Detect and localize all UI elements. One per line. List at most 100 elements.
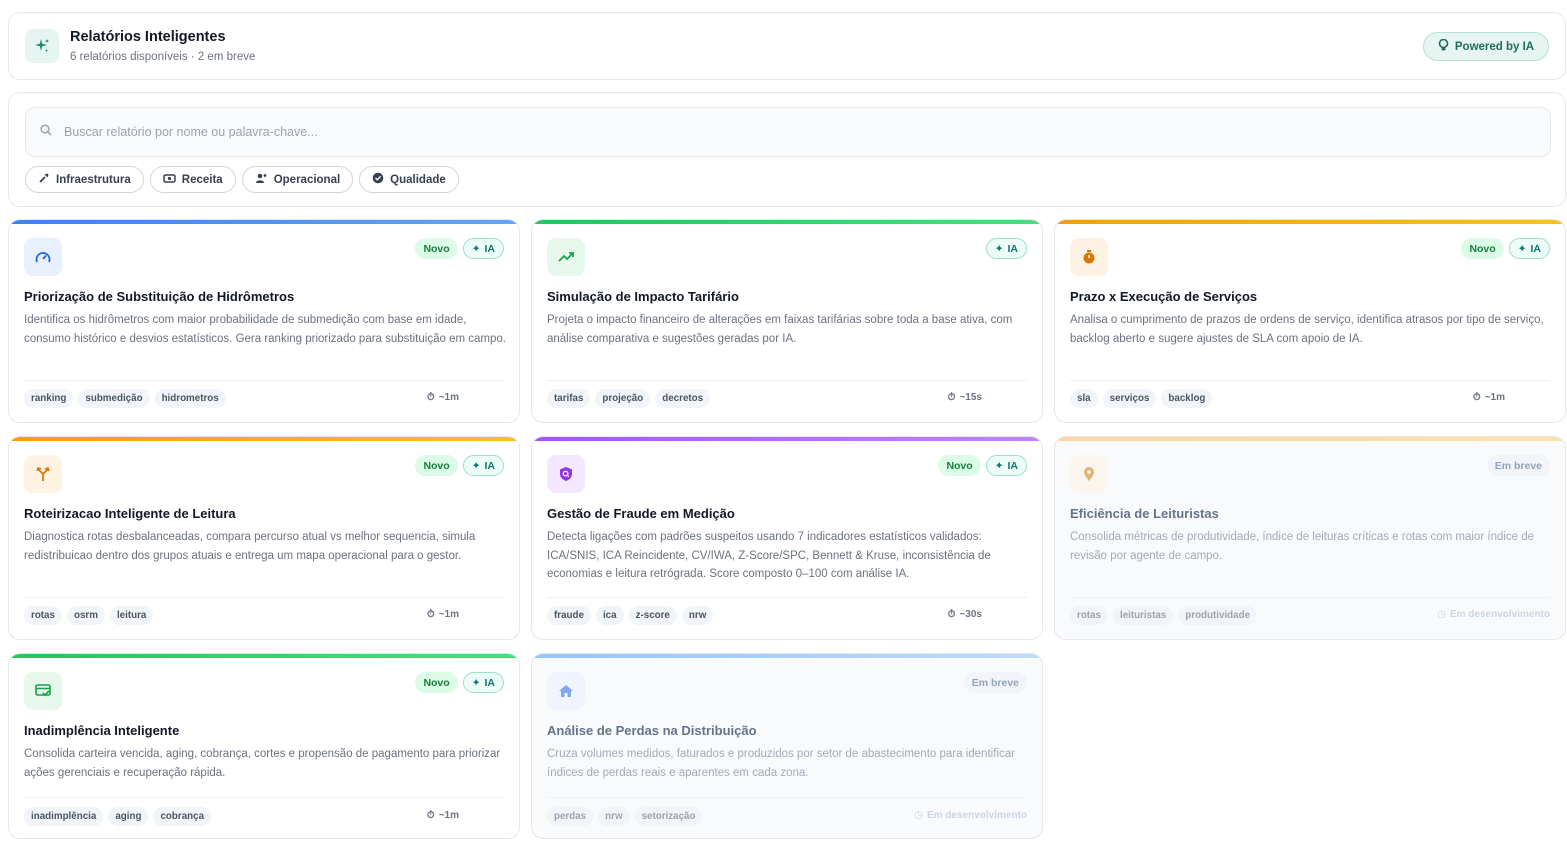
ia-badge: ✦ IA (462, 672, 504, 693)
report-card-perdas: Em breve Análise de Perdas na Distribuiç… (531, 653, 1043, 839)
gauge-icon (24, 238, 62, 276)
timer-icon: ⏱ (1472, 392, 1481, 403)
em-desenvolvimento-status: ◷ Em desenvolvimento (914, 810, 1027, 821)
chip-operacional[interactable]: Operacional (241, 166, 354, 193)
em-breve-badge: Em breve (963, 672, 1027, 693)
novo-badge: Novo (415, 672, 458, 693)
sparkles-icon: ✦ (994, 459, 1004, 472)
powered-label: Powered by IA (1454, 40, 1535, 53)
chip-receita[interactable]: Receita (149, 166, 236, 193)
page-title: Relatórios Inteligentes (70, 29, 226, 45)
tag: inadimplência (24, 807, 104, 826)
tag: setorização (634, 807, 703, 826)
sparkles-icon: ✦ (471, 459, 481, 472)
money-icon (163, 173, 176, 187)
novo-badge: Novo (415, 238, 458, 259)
ia-badge: ✦ IA (462, 238, 504, 259)
report-card-roteirizacao[interactable]: Novo ✦ IA Roteirizacao Inteligente de Lei… (8, 436, 520, 640)
report-card-inadimplencia[interactable]: Novo ✦ IA Inadimplência Inteligente Conso… (8, 653, 520, 839)
powered-by-ia-badge: Powered by IA (1423, 32, 1549, 61)
tag: backlog (1161, 389, 1213, 408)
tag: nrw (681, 606, 714, 625)
chip-label: Qualidade (390, 173, 446, 186)
sparkles-icon (25, 29, 59, 63)
estimated-time: ⏱ ~1m (1472, 392, 1505, 403)
tag: submedição (78, 389, 150, 408)
tag: tarifas (547, 389, 591, 408)
report-title: Eficiência de Leituristas (1070, 506, 1219, 521)
report-description: Projeta o impacto financeiro de alteraçõ… (547, 314, 1013, 345)
tag: serviços (1102, 389, 1157, 408)
novo-badge: Novo (938, 455, 981, 476)
novo-badge: Novo (415, 455, 458, 476)
chip-infraestrutura[interactable]: Infraestrutura (25, 166, 144, 193)
report-description: Identifica os hidrômetros com maior prob… (24, 314, 506, 345)
em-breve-badge: Em breve (1486, 455, 1550, 476)
tag: fraude (547, 606, 591, 625)
tag: rotas (24, 606, 62, 625)
report-title: Inadimplência Inteligente (24, 723, 180, 738)
report-title: Priorização de Substituição de Hidrômetr… (24, 289, 295, 304)
report-card-fraude[interactable]: Novo ✦ IA Gestão de Fraude em Medição Det… (531, 436, 1043, 640)
timer-icon: ⏱ (947, 609, 956, 620)
search-box[interactable] (25, 107, 1551, 157)
ia-badge: ✦ IA (1508, 238, 1550, 259)
tag: ranking (24, 389, 74, 408)
chip-label: Operacional (273, 173, 341, 186)
tag: leituristas (1112, 606, 1174, 625)
report-description: Detecta ligações com padrões suspeitos u… (547, 531, 991, 581)
shield-search-icon (547, 455, 585, 493)
tag: rotas (1070, 606, 1108, 625)
timer-icon: ⏱ (426, 810, 435, 821)
report-title: Análise de Perdas na Distribuição (547, 723, 757, 738)
report-card-leituristas: Em breve Eficiência de Leituristas Conso… (1054, 436, 1566, 640)
timer-icon: ⏱ (426, 392, 435, 403)
chip-qualidade[interactable]: Qualidade (359, 166, 459, 193)
tag: projeção (595, 389, 651, 408)
tag: hidrometros (154, 389, 226, 408)
tag: decretos (655, 389, 711, 408)
ia-badge: ✦ IA (462, 455, 504, 476)
map-pin-icon (1070, 455, 1108, 493)
home-icon (547, 672, 585, 710)
filter-panel: Infraestrutura Receita Operacional Quali… (8, 92, 1566, 207)
sparkles-icon: ✦ (1517, 242, 1527, 255)
ia-badge: ✦ IA (985, 238, 1027, 259)
estimated-time: ⏱ ~30s (947, 609, 982, 620)
chip-label: Infraestrutura (56, 173, 131, 186)
lightbulb-icon (1438, 38, 1449, 54)
timer-icon: ⏱ (426, 609, 435, 620)
verified-badge-icon (372, 172, 384, 187)
report-card-tarifario[interactable]: ✦ IA Simulação de Impacto Tarifário Proje… (531, 219, 1043, 423)
card-check-icon (24, 672, 62, 710)
tag: sla (1070, 389, 1098, 408)
report-title: Simulação de Impacto Tarifário (547, 289, 739, 304)
search-input[interactable] (64, 125, 1464, 139)
wrench-icon (38, 172, 50, 187)
report-title: Prazo x Execução de Serviços (1070, 289, 1258, 304)
report-card-prazo-servicos[interactable]: Novo ✦ IA Prazo x Execução de Serviços An… (1054, 219, 1566, 423)
sparkles-icon: ✦ (994, 242, 1004, 255)
header-card: Relatórios Inteligentes 6 relatórios dis… (8, 12, 1566, 80)
report-description: Cruza volumes medidos, faturados e produ… (547, 748, 1015, 779)
estimated-time: ⏱ ~1m (426, 609, 459, 620)
tag: ica (595, 606, 624, 625)
tag: produtividade (1178, 606, 1258, 625)
clock-icon: ◷ (914, 810, 923, 821)
report-description: Diagnostica rotas desbalanceadas, compar… (24, 531, 476, 562)
report-title: Gestão de Fraude em Medição (547, 506, 735, 521)
page-subtitle: 6 relatórios disponíveis · 2 em breve (70, 51, 256, 63)
tag: perdas (547, 807, 594, 826)
tag: z-score (628, 606, 677, 625)
sparkles-icon: ✦ (471, 676, 481, 689)
estimated-time: ⏱ ~15s (947, 392, 982, 403)
report-description: Analisa o cumprimento de prazos de orden… (1070, 314, 1544, 345)
category-chips: Infraestrutura Receita Operacional Quali… (25, 166, 459, 193)
timer-icon: ⏱ (947, 392, 956, 403)
ia-badge: ✦ IA (985, 455, 1027, 476)
tag: leitura (109, 606, 154, 625)
report-card-hidrometros[interactable]: Novo ✦ IA Priorização de Substituição de … (8, 219, 520, 423)
search-icon (40, 123, 52, 141)
tag: cobrança (153, 807, 212, 826)
sparkles-icon: ✦ (471, 242, 481, 255)
